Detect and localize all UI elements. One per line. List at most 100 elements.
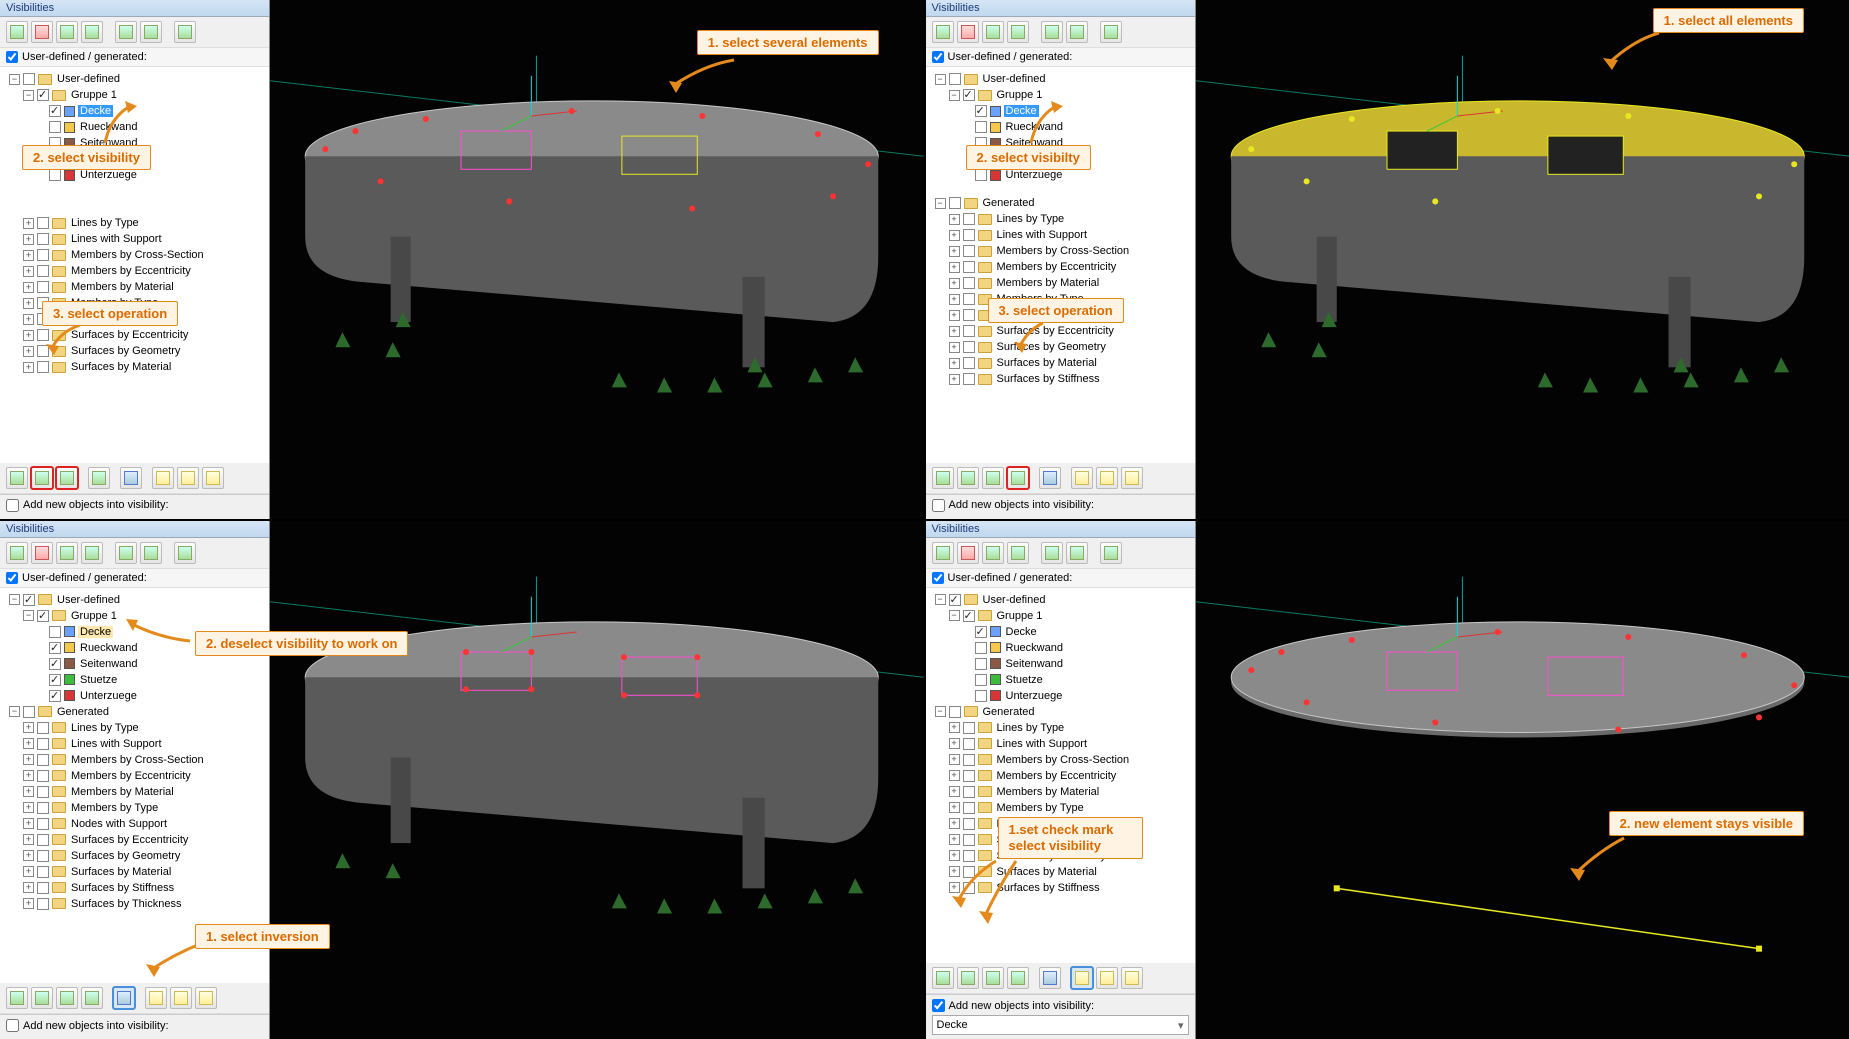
node-gen-item[interactable]: Surfaces by Eccentricity: [69, 329, 190, 341]
node-gen-item[interactable]: Nodes with Support: [69, 818, 169, 830]
node-gen-item[interactable]: Surfaces by Material: [69, 361, 173, 373]
node-unterzuege[interactable]: Unterzuege: [78, 690, 139, 702]
node-gen-item[interactable]: Members by Eccentricity: [69, 770, 193, 782]
node-group1[interactable]: Gruppe 1: [69, 89, 119, 101]
node-gen-item[interactable]: Members by Material: [69, 281, 176, 293]
tool-btn-2[interactable]: [31, 542, 53, 564]
chk-unterzuege[interactable]: [49, 169, 61, 181]
viewport-3d[interactable]: [270, 0, 924, 519]
node-gen-item[interactable]: Members by Cross-Section: [995, 754, 1132, 766]
tree-view[interactable]: −User-defined −Gruppe 1 Decke Rueckwand …: [0, 67, 269, 463]
node-generated[interactable]: Generated: [55, 706, 111, 718]
node-decke[interactable]: Decke: [78, 626, 113, 638]
tool-btn-7[interactable]: [174, 21, 196, 43]
op-btn-6[interactable]: [1071, 967, 1093, 989]
node-stuetze[interactable]: Stuetze: [1004, 674, 1045, 686]
op-btn-2[interactable]: [957, 967, 979, 989]
tree-view[interactable]: −User-defined −Gruppe 1 Decke Rueckwand …: [926, 67, 1195, 463]
node-rueckwand[interactable]: Rueckwand: [1004, 121, 1065, 133]
op-btn-8[interactable]: [195, 987, 217, 1009]
op-btn-7[interactable]: [170, 987, 192, 1009]
viewport-3d[interactable]: [1196, 521, 1849, 1039]
userdef-checkbox[interactable]: [932, 51, 944, 63]
op-btn-8[interactable]: [1121, 967, 1143, 989]
node-rueckwand[interactable]: Rueckwand: [78, 121, 139, 133]
tree-view[interactable]: −User-defined −Gruppe 1 Decke Rueckwand …: [926, 588, 1195, 964]
add-new-checkbox[interactable]: [932, 999, 945, 1012]
node-gen-item[interactable]: Lines by Type: [995, 722, 1067, 734]
op-btn-3[interactable]: [56, 987, 78, 1009]
tool-btn-5[interactable]: [115, 542, 137, 564]
tool-btn-3[interactable]: [982, 21, 1004, 43]
tool-btn-4[interactable]: [1007, 542, 1029, 564]
node-stuetze[interactable]: Stuetze: [78, 674, 119, 686]
tool-btn-6[interactable]: [140, 542, 162, 564]
op-btn-1[interactable]: [6, 467, 28, 489]
node-gen-item[interactable]: Members by Type: [995, 802, 1086, 814]
op-btn-3[interactable]: [56, 467, 78, 489]
node-gen-item[interactable]: Surfaces by Eccentricity: [69, 834, 190, 846]
node-gen-item[interactable]: Members by Material: [69, 786, 176, 798]
add-new-checkbox[interactable]: [932, 499, 945, 512]
node-gen-item[interactable]: Surfaces by Material: [995, 866, 1099, 878]
chk-userdef[interactable]: [23, 73, 35, 85]
node-group1[interactable]: Gruppe 1: [69, 610, 119, 622]
op-btn-4[interactable]: [1007, 467, 1029, 489]
op-btn-1[interactable]: [6, 987, 28, 1009]
tool-btn-7[interactable]: [1100, 542, 1122, 564]
op-btn-6[interactable]: [145, 987, 167, 1009]
node-gen-item[interactable]: Lines by Type: [995, 213, 1067, 225]
chk-group1[interactable]: [37, 89, 49, 101]
node-userdef[interactable]: User-defined: [981, 73, 1048, 85]
userdef-checkbox[interactable]: [6, 51, 18, 63]
tool-btn-3[interactable]: [56, 542, 78, 564]
node-gen-item[interactable]: Lines by Type: [69, 722, 141, 734]
node-gen-item[interactable]: Surfaces by Stiffness: [995, 882, 1102, 894]
op-btn-invert[interactable]: [113, 987, 135, 1009]
node-gen-item[interactable]: Members by Material: [995, 277, 1102, 289]
node-seitenwand[interactable]: Seitenwand: [1004, 658, 1066, 670]
expand-userdef[interactable]: −: [9, 74, 20, 85]
op-btn-3[interactable]: [982, 967, 1004, 989]
op-btn-7[interactable]: [1096, 467, 1118, 489]
tool-btn-2[interactable]: [957, 21, 979, 43]
node-gen-item[interactable]: Members by Cross-Section: [69, 754, 206, 766]
tool-btn-1[interactable]: [6, 542, 28, 564]
node-decke[interactable]: Decke: [1004, 626, 1039, 638]
tool-btn-1[interactable]: [932, 542, 954, 564]
op-btn-3[interactable]: [982, 467, 1004, 489]
add-new-checkbox[interactable]: [6, 1019, 19, 1032]
node-gen-item[interactable]: Surfaces by Stiffness: [995, 373, 1102, 385]
op-btn-5[interactable]: [1039, 967, 1061, 989]
op-btn-1[interactable]: [932, 467, 954, 489]
node-gen-item[interactable]: Surfaces by Geometry: [69, 345, 182, 357]
node-gen-item[interactable]: Lines with Support: [995, 229, 1090, 241]
node-gen-item[interactable]: Members by Eccentricity: [995, 261, 1119, 273]
node-gen-item[interactable]: Surfaces by Material: [995, 357, 1099, 369]
node-gen-item[interactable]: Members by Cross-Section: [69, 249, 206, 261]
tool-btn-5[interactable]: [115, 21, 137, 43]
node-gen-item[interactable]: Lines with Support: [995, 738, 1090, 750]
tool-btn-7[interactable]: [174, 542, 196, 564]
tool-btn-5[interactable]: [1041, 542, 1063, 564]
node-generated[interactable]: Generated: [981, 706, 1037, 718]
node-gen-item[interactable]: Surfaces by Geometry: [69, 850, 182, 862]
op-btn-2[interactable]: [31, 987, 53, 1009]
visibility-dropdown[interactable]: Decke: [932, 1015, 1189, 1035]
node-gen-item[interactable]: Members by Type: [69, 802, 160, 814]
node-gen-item[interactable]: Members by Eccentricity: [995, 770, 1119, 782]
op-btn-6[interactable]: [1071, 467, 1093, 489]
tool-btn-3[interactable]: [56, 21, 78, 43]
node-gen-item[interactable]: Members by Material: [995, 786, 1102, 798]
op-btn-8[interactable]: [1121, 467, 1143, 489]
node-userdef[interactable]: User-defined: [55, 73, 122, 85]
node-group1[interactable]: Gruppe 1: [995, 610, 1045, 622]
tool-btn-4[interactable]: [1007, 21, 1029, 43]
op-btn-4[interactable]: [81, 987, 103, 1009]
op-btn-2[interactable]: [957, 467, 979, 489]
node-gen-item[interactable]: Surfaces by Eccentricity: [995, 325, 1116, 337]
node-unterzuege[interactable]: Unterzuege: [1004, 690, 1065, 702]
chk-rueckwand[interactable]: [49, 121, 61, 133]
node-gen-item[interactable]: Lines with Support: [69, 233, 164, 245]
node-seitenwand[interactable]: Seitenwand: [78, 658, 140, 670]
